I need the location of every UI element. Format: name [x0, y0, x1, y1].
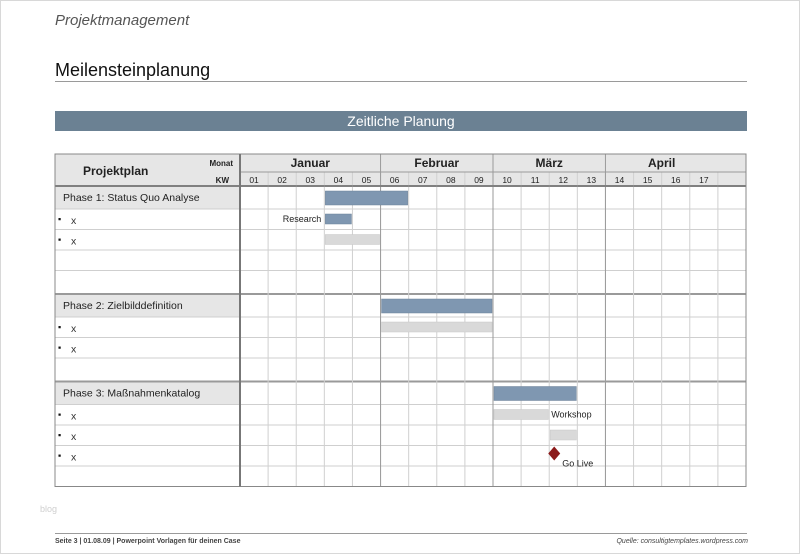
milestone-marker [548, 446, 561, 461]
phase-title: Phase 2: Zielbilddefinition [63, 300, 183, 312]
task-label: x [71, 431, 77, 443]
month-label: Januar [291, 156, 331, 170]
footer-source: Quelle: consultigtemplates.wordpress.com [616, 538, 748, 545]
gantt-chart: Projektplan Monat KW Januar Februar März April… [54, 153, 747, 487]
task-bar [325, 234, 380, 245]
week-label: 14 [615, 175, 625, 185]
week-label: 09 [474, 175, 484, 185]
milestone-note: Go Live [562, 459, 593, 469]
phase-bar [381, 298, 493, 314]
task-bar [493, 409, 549, 420]
week-label: 13 [587, 175, 597, 185]
task-label: x [71, 323, 77, 335]
week-label: 03 [306, 175, 316, 185]
month-label: Februar [414, 156, 459, 170]
task-bar [549, 429, 577, 441]
task-bar [381, 321, 493, 333]
week-label: 15 [643, 175, 653, 185]
week-label: 02 [277, 175, 287, 185]
task-label: x [71, 411, 77, 423]
week-label: 01 [249, 175, 259, 185]
watermark-text: blog [40, 504, 58, 514]
phase-bar [325, 190, 408, 206]
task-bar [325, 213, 352, 225]
phase-bar [493, 386, 577, 401]
week-label: 17 [699, 175, 709, 185]
month-row-label: Monat [209, 159, 233, 168]
task-note: Research [283, 214, 322, 224]
week-label: 10 [502, 175, 512, 185]
week-label: 05 [362, 175, 372, 185]
week-label: 11 [531, 175, 540, 185]
footer-page-info: Seite 3 | 01.08.09 | Powerpoint Vorlagen… [55, 538, 241, 545]
month-label: März [536, 156, 563, 170]
task-label: x [71, 236, 77, 248]
kw-row-label: KW [216, 176, 230, 185]
plan-header-label: Projektplan [83, 164, 148, 178]
task-bullet: ▪ [58, 322, 61, 332]
week-label: 16 [671, 175, 681, 185]
week-label: 07 [418, 175, 428, 185]
week-label: 06 [390, 175, 400, 185]
task-label: x [71, 215, 77, 227]
task-bullet: ▪ [58, 451, 61, 461]
week-label: 08 [446, 175, 456, 185]
task-bullet: ▪ [58, 410, 61, 420]
task-bullet: ▪ [58, 235, 61, 245]
footer-divider [55, 533, 747, 534]
task-bullet: ▪ [58, 214, 61, 224]
task-label: x [71, 452, 77, 464]
task-bullet: ▪ [58, 430, 61, 440]
task-bullet: ▪ [58, 343, 61, 353]
week-label: 12 [559, 175, 569, 185]
task-label: x [71, 344, 77, 356]
week-label: 04 [334, 175, 344, 185]
month-label: April [648, 156, 675, 170]
phase-title: Phase 1: Status Quo Analyse [63, 192, 200, 204]
phase-title: Phase 3: Maßnahmenkatalog [63, 388, 200, 400]
task-note: Workshop [551, 410, 591, 420]
